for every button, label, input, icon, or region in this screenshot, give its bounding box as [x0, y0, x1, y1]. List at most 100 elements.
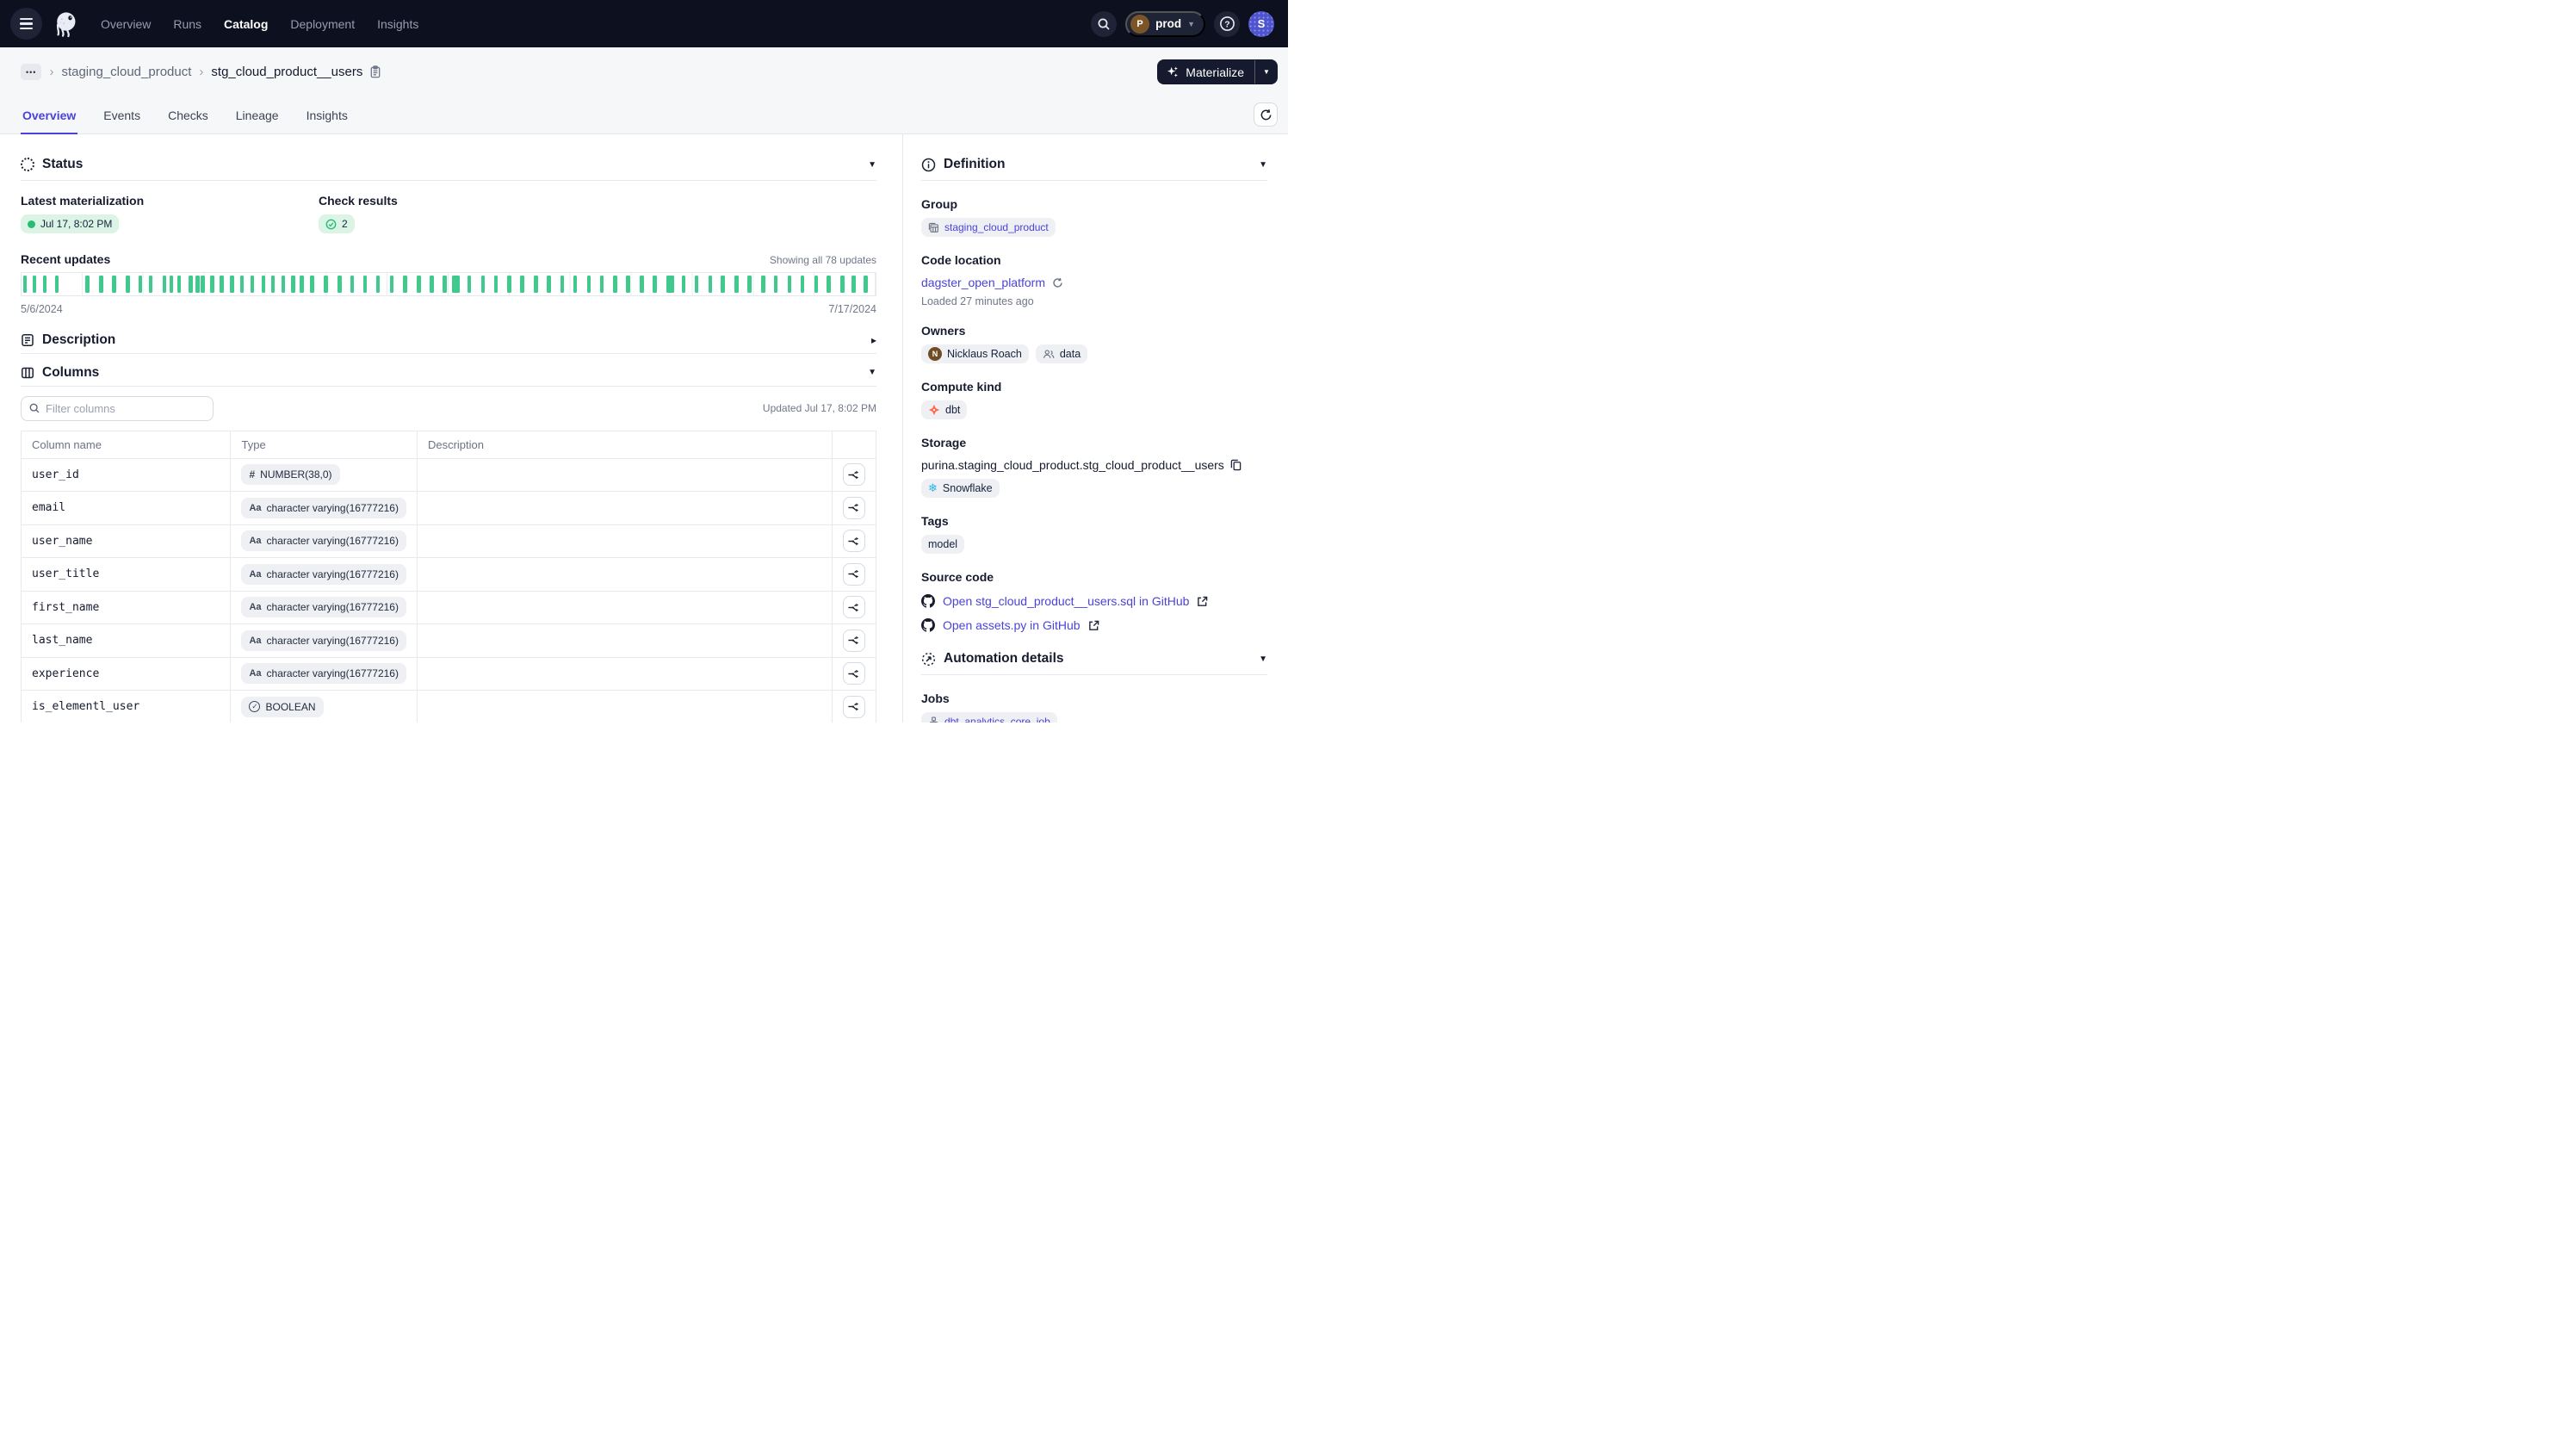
table-row[interactable]: user_title character varying(16777216) [22, 558, 876, 592]
type-pill: character varying(16777216) [241, 597, 406, 617]
tab[interactable]: Overview [21, 100, 77, 133]
latest-materialization-pill[interactable]: Jul 17, 8:02 PM [21, 214, 119, 233]
column-lineage-button[interactable] [843, 530, 865, 552]
table-row[interactable]: email character varying(16777216) [22, 492, 876, 525]
update-tick [864, 276, 868, 293]
description-icon [21, 333, 34, 347]
status-title: Status [42, 157, 83, 172]
info-icon [921, 158, 936, 172]
source-sql-link[interactable]: Open stg_cloud_product__users.sql in Git… [943, 594, 1189, 608]
nav-item[interactable]: Overview [101, 17, 151, 31]
table-row[interactable]: first_name character varying(16777216) [22, 591, 876, 624]
update-tick [189, 276, 193, 293]
owner-team-pill[interactable]: data [1036, 344, 1087, 363]
search-icon[interactable] [1091, 11, 1117, 37]
column-name-cell: user_name [22, 524, 231, 558]
table-row[interactable]: user_name character varying(16777216) [22, 524, 876, 558]
top-navigation: Overview Runs Catalog Deployment Insight… [0, 0, 1288, 47]
table-row[interactable]: user_id NUMBER(38,0) [22, 458, 876, 492]
header-column-name: Column name [22, 431, 231, 458]
update-tick [163, 276, 167, 293]
dagster-logo-icon [49, 8, 82, 40]
update-tick [112, 276, 116, 293]
update-tick [337, 276, 342, 293]
update-tick [201, 276, 205, 293]
compute-kind-pill[interactable]: dbt [921, 400, 967, 419]
tab[interactable]: Events [102, 100, 142, 133]
update-tick [170, 276, 174, 293]
filter-columns-input[interactable] [21, 396, 214, 421]
storage-kind-pill[interactable]: ❄ Snowflake [921, 479, 1000, 498]
update-tick [376, 276, 381, 293]
tag-pill[interactable]: model [921, 535, 964, 554]
type-kind-icon [249, 602, 261, 612]
update-tick [139, 276, 143, 293]
column-lineage-button[interactable] [843, 563, 865, 586]
column-lineage-button[interactable] [843, 463, 865, 486]
user-avatar[interactable]: S [1248, 11, 1274, 37]
column-name-cell: experience [22, 657, 231, 691]
materialize-button[interactable]: Materialize [1157, 59, 1254, 84]
group-pill[interactable]: staging_cloud_product [921, 218, 1056, 237]
column-lineage-button[interactable] [843, 596, 865, 618]
update-tick [695, 276, 699, 293]
tab[interactable]: Lineage [234, 100, 281, 133]
refresh-button[interactable] [1254, 102, 1278, 127]
definition-collapse-caret[interactable]: ▼ [1259, 160, 1267, 170]
tab[interactable]: Insights [305, 100, 350, 133]
job-pill[interactable]: dbt_analytics_core_job [921, 712, 1057, 722]
nav-item[interactable]: Deployment [290, 17, 355, 31]
column-lineage-button[interactable] [843, 497, 865, 519]
definition-title: Definition [944, 157, 1005, 172]
columns-section-header: Columns ▼ [21, 365, 876, 381]
tab[interactable]: Checks [166, 100, 210, 133]
column-lineage-button[interactable] [843, 662, 865, 685]
success-dot-icon [28, 220, 35, 228]
owner-user-pill[interactable]: N Nicklaus Roach [921, 344, 1029, 363]
reload-code-location-icon[interactable] [1052, 277, 1063, 288]
update-tick [666, 276, 674, 293]
type-kind-icon [249, 668, 261, 679]
table-row[interactable]: experience character varying(16777216) [22, 657, 876, 691]
column-lineage-button[interactable] [843, 629, 865, 652]
status-collapse-caret[interactable]: ▼ [868, 160, 876, 170]
type-kind-icon [249, 468, 255, 481]
help-icon[interactable]: ? [1214, 11, 1240, 37]
automation-collapse-caret[interactable]: ▼ [1259, 654, 1267, 664]
materialize-dropdown-caret[interactable]: ▼ [1255, 59, 1278, 84]
breadcrumb-ellipsis-button[interactable]: ••• [21, 64, 41, 80]
latest-materialization-label: Latest materialization [21, 194, 319, 208]
update-tick [99, 276, 103, 293]
update-tick [587, 276, 591, 293]
check-results-pill[interactable]: 2 [319, 214, 355, 233]
columns-collapse-caret[interactable]: ▼ [868, 368, 876, 377]
column-lineage-button[interactable] [843, 696, 865, 718]
copy-storage-path-icon[interactable] [1230, 459, 1242, 471]
column-name-cell: email [22, 492, 231, 525]
table-row[interactable]: last_name character varying(16777216) [22, 624, 876, 658]
deployment-avatar: P [1130, 15, 1149, 34]
deployment-switcher[interactable]: P prod ▼ [1125, 11, 1205, 37]
column-type-cell: character varying(16777216) [231, 492, 417, 525]
source-code-label: Source code [921, 570, 1267, 584]
source-py-link[interactable]: Open assets.py in GitHub [943, 618, 1081, 632]
type-pill: character varying(16777216) [241, 530, 406, 551]
menu-hamburger-button[interactable] [10, 8, 42, 40]
nav-item[interactable]: Insights [377, 17, 418, 31]
recent-updates-timeline[interactable] [21, 272, 876, 296]
materialize-split-button: Materialize ▼ [1157, 59, 1278, 84]
code-location-link[interactable]: dagster_open_platform [921, 276, 1045, 289]
description-expand-caret[interactable]: ▸ [871, 334, 876, 346]
column-name-cell: user_title [22, 558, 231, 592]
nav-item[interactable]: Catalog [224, 17, 268, 31]
table-row[interactable]: is_elementl_user BOOLEAN [22, 691, 876, 723]
sparkle-icon [1167, 65, 1180, 78]
chevron-down-icon: ▼ [1187, 20, 1195, 28]
type-kind-icon [249, 536, 261, 546]
breadcrumb-group-link[interactable]: staging_cloud_product [61, 65, 191, 79]
nav-item[interactable]: Runs [173, 17, 201, 31]
update-tick [520, 276, 524, 293]
update-tick [251, 276, 255, 293]
check-results-label: Check results [319, 194, 398, 208]
copy-asset-name-icon[interactable] [369, 65, 381, 78]
